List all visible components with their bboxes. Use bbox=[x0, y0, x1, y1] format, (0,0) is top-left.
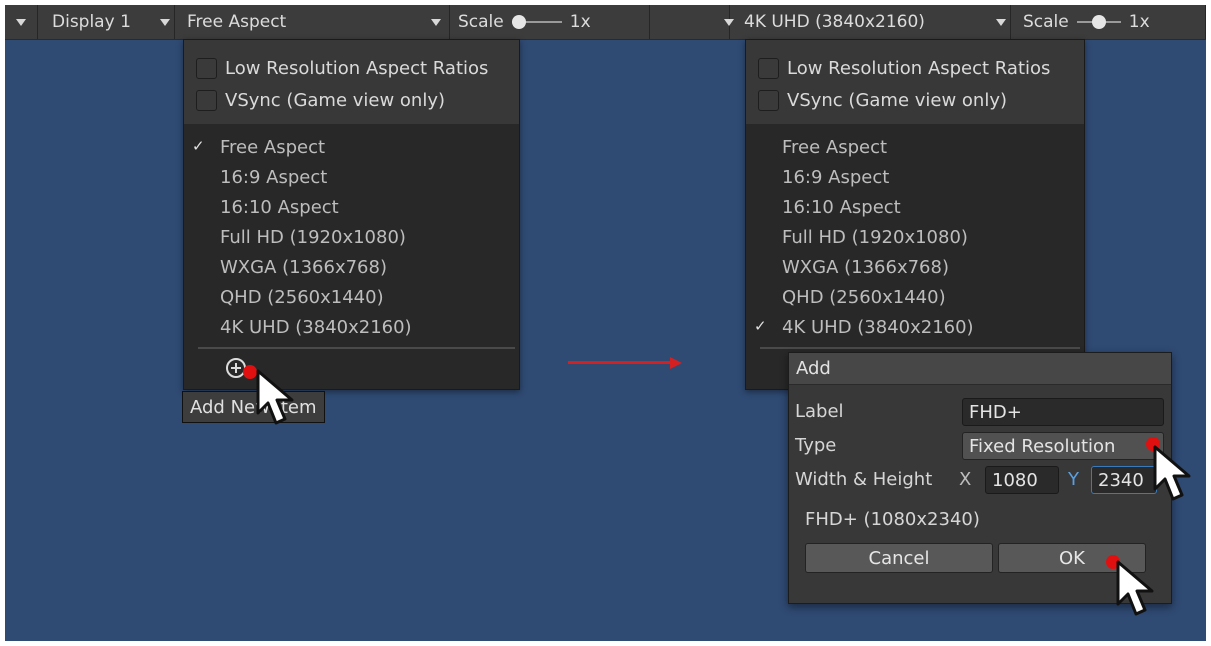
mouse-pointer-icon bbox=[1116, 560, 1154, 616]
scale-slider-left[interactable] bbox=[511, 15, 562, 29]
game-view: Display 1 Free Aspect Scale 1x 4K UHD (3… bbox=[5, 5, 1206, 641]
triangle-down-icon bbox=[996, 19, 1006, 26]
scale-value-left: 1x bbox=[569, 12, 591, 32]
vsync-option[interactable]: VSync (Game view only) bbox=[196, 87, 445, 113]
aspect-dropdown-right[interactable]: 4K UHD (3840x2160) bbox=[718, 5, 1010, 39]
aspect-dropdown-left[interactable]: Free Aspect bbox=[185, 5, 450, 39]
label-input[interactable]: FHD+ bbox=[962, 398, 1164, 426]
checkmark-icon: ✓ bbox=[754, 317, 767, 335]
menu-item[interactable]: 4K UHD (3840x2160) bbox=[220, 314, 412, 340]
width-input[interactable]: 1080 bbox=[985, 466, 1059, 494]
checkmark-icon: ✓ bbox=[192, 137, 205, 155]
menu-item[interactable]: QHD (2560x1440) bbox=[782, 284, 946, 310]
tab-menu-button[interactable] bbox=[5, 5, 38, 39]
label-caption: Label bbox=[795, 401, 844, 422]
scale-label-right: Scale bbox=[1023, 12, 1069, 32]
checkbox[interactable] bbox=[196, 89, 217, 111]
low-res-option[interactable]: Low Resolution Aspect Ratios bbox=[758, 55, 1050, 81]
aspect-menu-left: Low Resolution Aspect Ratios VSync (Game… bbox=[183, 39, 520, 390]
aspect-menu-right: Low Resolution Aspect Ratios VSync (Game… bbox=[745, 39, 1085, 390]
checkbox[interactable] bbox=[758, 57, 779, 79]
scale-value-right: 1x bbox=[1128, 12, 1150, 32]
scale-control-right: Scale 1x bbox=[1010, 5, 1206, 39]
mouse-pointer-icon bbox=[256, 369, 294, 425]
transition-arrow bbox=[568, 361, 672, 364]
aspect-label-left: Free Aspect bbox=[187, 12, 287, 32]
display-dropdown[interactable]: Display 1 bbox=[38, 5, 175, 39]
vsync-option[interactable]: VSync (Game view only) bbox=[758, 87, 1007, 113]
mouse-pointer-icon bbox=[1153, 445, 1191, 501]
triangle-down-icon bbox=[16, 18, 26, 26]
display-label: Display 1 bbox=[52, 12, 131, 32]
triangle-down-icon bbox=[431, 19, 441, 26]
height-input[interactable]: 2340 bbox=[1091, 466, 1157, 494]
resolution-preview: FHD+ (1080x2340) bbox=[805, 509, 980, 530]
scale-label-left: Scale bbox=[458, 12, 504, 32]
menu-item[interactable]: WXGA (1366x768) bbox=[782, 254, 949, 280]
menu-item[interactable]: 16:10 Aspect bbox=[220, 194, 339, 220]
scale-control-left: Scale 1x bbox=[450, 5, 650, 39]
click-indicator bbox=[243, 365, 257, 379]
low-res-option[interactable]: Low Resolution Aspect Ratios bbox=[196, 55, 488, 81]
menu-item[interactable]: QHD (2560x1440) bbox=[220, 284, 384, 310]
cancel-button[interactable]: Cancel bbox=[805, 543, 993, 573]
x-label: X bbox=[959, 469, 972, 490]
menu-item[interactable]: Full HD (1920x1080) bbox=[220, 224, 406, 250]
menu-item[interactable]: 16:9 Aspect bbox=[782, 164, 889, 190]
type-caption: Type bbox=[795, 435, 837, 456]
game-view-toolbar: Display 1 Free Aspect Scale 1x 4K UHD (3… bbox=[5, 5, 1206, 40]
triangle-down-icon bbox=[160, 18, 170, 26]
menu-item[interactable]: 4K UHD (3840x2160) bbox=[782, 314, 974, 340]
menu-item[interactable]: Full HD (1920x1080) bbox=[782, 224, 968, 250]
menu-item[interactable]: 16:9 Aspect bbox=[220, 164, 327, 190]
triangle-down-icon bbox=[724, 18, 734, 26]
size-caption: Width & Height bbox=[795, 469, 933, 490]
checkbox[interactable] bbox=[758, 89, 779, 111]
menu-item[interactable]: Free Aspect bbox=[220, 134, 325, 160]
menu-separator bbox=[198, 347, 515, 349]
aspect-label-right: 4K UHD (3840x2160) bbox=[744, 12, 925, 32]
menu-item[interactable]: WXGA (1366x768) bbox=[220, 254, 387, 280]
menu-separator bbox=[760, 347, 1080, 349]
checkbox[interactable] bbox=[196, 57, 217, 79]
scale-slider-right[interactable] bbox=[1076, 15, 1121, 29]
y-label: Y bbox=[1068, 469, 1079, 490]
arrow-head-icon bbox=[670, 356, 682, 369]
type-dropdown[interactable]: Fixed Resolution bbox=[962, 432, 1164, 460]
menu-item[interactable]: 16:10 Aspect bbox=[782, 194, 901, 220]
dialog-title: Add bbox=[789, 353, 1171, 385]
menu-item[interactable]: Free Aspect bbox=[782, 134, 887, 160]
